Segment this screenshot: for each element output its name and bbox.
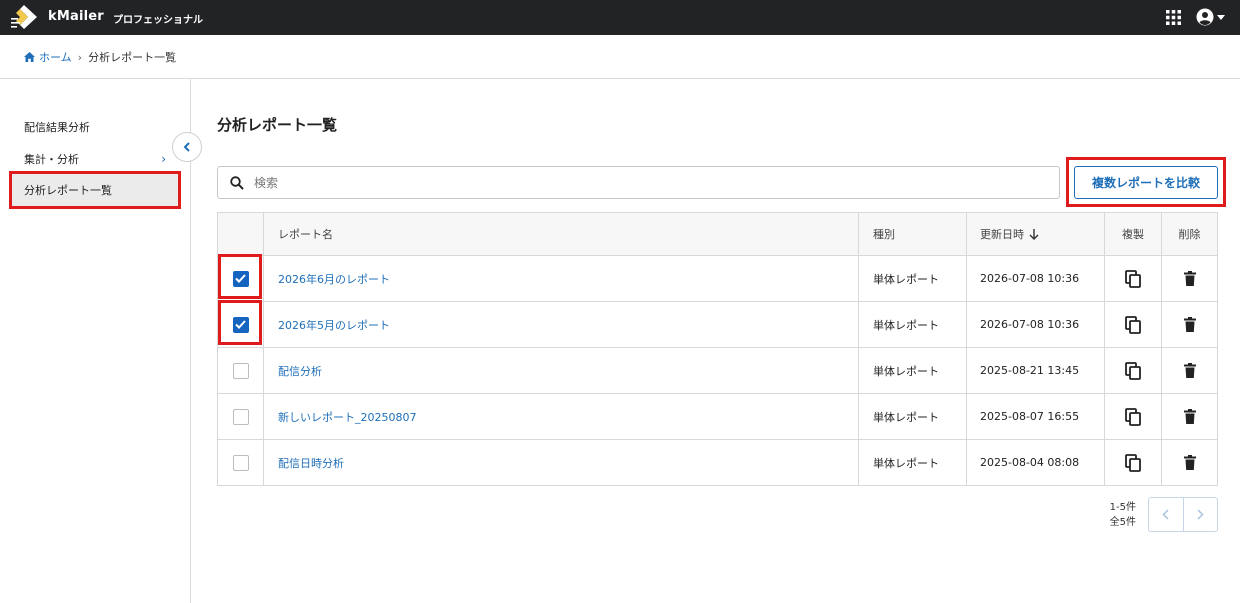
pagination-controls	[1148, 497, 1218, 532]
table-header-row: レポート名 種別 更新日時 複製 削除	[218, 213, 1217, 255]
kmailer-logo-icon[interactable]	[10, 4, 38, 30]
table-row: 配信日時分析 単体レポート 2025-08-04 08:08	[218, 439, 1217, 485]
report-type: 単体レポート	[858, 348, 966, 393]
pagination-info: 1-5件 全5件	[1100, 500, 1136, 530]
sidebar-item-label: 分析レポート一覧	[24, 184, 112, 197]
sidebar-item-label: 配信結果分析	[24, 121, 90, 134]
sidebar-collapse-button[interactable]	[172, 132, 202, 162]
header-checkbox-cell	[218, 213, 263, 255]
brand-name: kMailer	[48, 9, 104, 24]
pagination-total: 全5件	[1109, 517, 1136, 528]
report-name-link[interactable]: 2026年6月のレポート	[278, 271, 390, 287]
report-name-link[interactable]: 配信分析	[278, 363, 322, 379]
search-input[interactable]	[254, 175, 1014, 190]
pagination-range: 1-5件	[1109, 502, 1136, 513]
copy-icon[interactable]	[1125, 453, 1141, 472]
user-menu[interactable]	[1196, 8, 1228, 26]
prev-page-button[interactable]	[1149, 498, 1184, 531]
report-updated: 2025-08-07 16:55	[966, 394, 1104, 439]
report-type: 単体レポート	[858, 394, 966, 439]
sidebar-item-delivery-analysis[interactable]: 配信結果分析	[12, 112, 178, 142]
header-report-name[interactable]: レポート名	[263, 213, 858, 255]
row-checkbox[interactable]	[232, 454, 249, 471]
breadcrumb: ホーム › 分析レポート一覧	[24, 49, 176, 65]
breadcrumb-current: 分析レポート一覧	[88, 51, 177, 64]
sort-descending-icon	[1029, 228, 1039, 240]
table-row: 新しいレポート_20250807 単体レポート 2025-08-07 16:55	[218, 393, 1217, 439]
report-name-link[interactable]: 2026年5月のレポート	[278, 317, 390, 333]
chevron-right-icon: ›	[161, 152, 166, 166]
report-type: 単体レポート	[858, 256, 966, 301]
caret-down-icon	[1217, 14, 1225, 20]
table-row: 配信分析 単体レポート 2025-08-21 13:45	[218, 347, 1217, 393]
report-updated: 2026-07-08 10:36	[966, 302, 1104, 347]
home-icon	[24, 52, 35, 62]
reports-table: レポート名 種別 更新日時 複製 削除 2026年6月のレポート 単体レポート …	[217, 212, 1218, 486]
checkbox-highlight	[218, 254, 262, 299]
report-type: 単体レポート	[858, 302, 966, 347]
report-name-link[interactable]: 新しいレポート_20250807	[278, 409, 417, 425]
row-checkbox[interactable]	[232, 362, 249, 379]
breadcrumb-home-label: ホーム	[39, 51, 72, 64]
breadcrumb-separator-icon: ›	[77, 50, 83, 64]
header-delete: 削除	[1161, 213, 1217, 255]
search-box[interactable]	[217, 166, 1060, 199]
edition-label: プロフェッショナル	[113, 15, 203, 26]
sidebar-item-aggregation[interactable]: 集計・分析 ›	[12, 144, 178, 174]
sidebar-item-report-list[interactable]: 分析レポート一覧	[9, 171, 181, 209]
header-type[interactable]: 種別	[858, 213, 966, 255]
page-title: 分析レポート一覧	[217, 116, 338, 134]
report-type: 単体レポート	[858, 440, 966, 485]
header-updated[interactable]: 更新日時	[966, 213, 1104, 255]
trash-icon[interactable]	[1183, 363, 1196, 378]
copy-icon[interactable]	[1125, 361, 1141, 380]
checkbox-highlight	[218, 300, 262, 345]
apps-grid-icon[interactable]	[1166, 10, 1181, 25]
trash-icon[interactable]	[1183, 317, 1196, 332]
copy-icon[interactable]	[1125, 315, 1141, 334]
trash-icon[interactable]	[1183, 455, 1196, 470]
chevron-right-icon	[1197, 509, 1204, 520]
copy-icon[interactable]	[1125, 269, 1141, 288]
account-icon	[1196, 8, 1214, 26]
sidebar-item-label: 集計・分析	[24, 153, 79, 166]
report-updated: 2026-07-08 10:36	[966, 256, 1104, 301]
search-icon	[230, 175, 244, 190]
breadcrumb-home[interactable]: ホーム	[24, 49, 72, 65]
table-row: 2026年6月のレポート 単体レポート 2026-07-08 10:36	[218, 255, 1217, 301]
top-bar: kMailer プロフェッショナル	[0, 0, 1240, 35]
copy-icon[interactable]	[1125, 407, 1141, 426]
row-checkbox[interactable]	[232, 408, 249, 425]
table-row: 2026年5月のレポート 単体レポート 2026-07-08 10:36	[218, 301, 1217, 347]
header-copy: 複製	[1104, 213, 1161, 255]
trash-icon[interactable]	[1183, 271, 1196, 286]
compare-reports-button[interactable]: 複数レポートを比較	[1074, 166, 1218, 199]
next-page-button[interactable]	[1184, 498, 1218, 531]
chevron-left-icon	[1162, 509, 1169, 520]
report-updated: 2025-08-04 08:08	[966, 440, 1104, 485]
chevron-left-icon	[183, 142, 190, 152]
header-updated-label: 更新日時	[980, 228, 1024, 241]
report-updated: 2025-08-21 13:45	[966, 348, 1104, 393]
report-name-link[interactable]: 配信日時分析	[278, 455, 344, 471]
trash-icon[interactable]	[1183, 409, 1196, 424]
